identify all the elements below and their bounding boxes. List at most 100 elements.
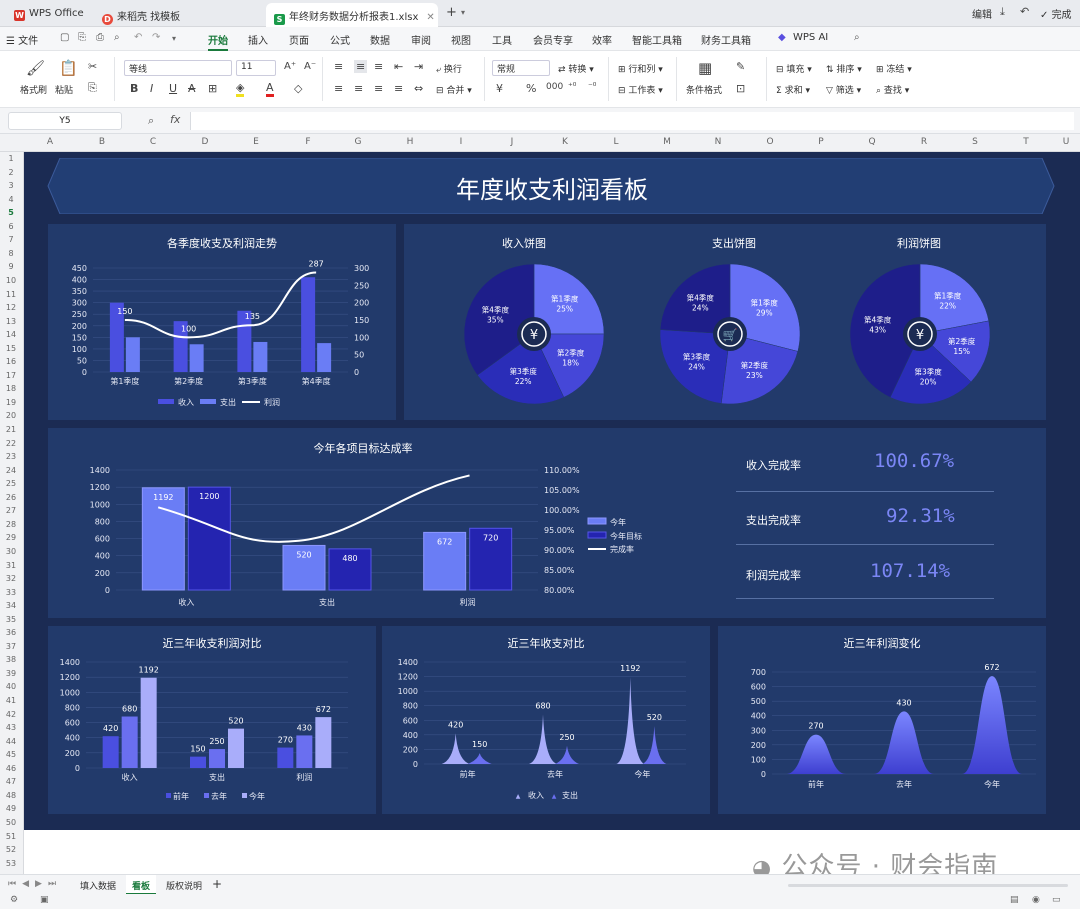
worksheet-button[interactable]: ⊟ 工作表 ▾ [618,83,663,96]
column-header[interactable]: T [1016,137,1036,147]
row-header[interactable]: 40 [0,682,22,691]
align-left-icon[interactable]: ≡ [334,82,343,95]
table-style-icon[interactable]: ⊡ [736,82,745,95]
column-header[interactable]: B [92,137,112,147]
row-header[interactable]: 52 [0,845,22,854]
row-header[interactable]: 23 [0,452,22,461]
tab-wps-office[interactable]: W WPS Office [6,3,90,27]
menu-formula[interactable]: 公式 [330,32,350,47]
horizontal-scrollbar[interactable] [788,884,1068,887]
row-header[interactable]: 21 [0,425,22,434]
align-bottom-icon[interactable]: ≡ [374,60,383,73]
increase-decimal-icon[interactable]: ⁺⁰ [568,82,576,92]
redo-icon[interactable]: ↷ [152,32,160,43]
align-middle-icon[interactable]: ≡ [354,60,368,73]
percent-icon[interactable]: % [526,82,536,95]
row-header[interactable]: 47 [0,777,22,786]
wrap-button[interactable]: ⤶ 换行 [436,62,462,75]
row-header[interactable]: 35 [0,615,22,624]
column-header[interactable]: E [246,137,266,147]
chevron-down-icon[interactable]: ▾ [172,34,176,43]
italic-icon[interactable]: I [150,82,153,95]
clear-icon[interactable]: ◇ [294,82,302,95]
row-header[interactable]: 3 [0,181,22,190]
row-header[interactable]: 32 [0,574,22,583]
row-header[interactable]: 41 [0,696,22,705]
row-header[interactable]: 8 [0,249,22,258]
row-header[interactable]: 44 [0,737,22,746]
row-header[interactable]: 1 [0,154,22,163]
distributed-icon[interactable]: ⇔ [414,82,423,95]
paste-icon[interactable]: 📋 [59,59,78,77]
menu-page[interactable]: 页面 [289,32,309,47]
row-header[interactable]: 29 [0,533,22,542]
format-painter-icon[interactable]: 🖌 [26,59,45,77]
column-header[interactable]: R [914,137,934,147]
row-header[interactable]: 39 [0,669,22,678]
fill-color-icon[interactable]: ◈ [236,81,245,97]
row-header[interactable]: 42 [0,710,22,719]
column-header[interactable]: G [348,137,368,147]
merge-button[interactable]: ⊟ 合并 ▾ [436,83,472,96]
menu-insert[interactable]: 插入 [248,32,268,47]
row-header[interactable]: 36 [0,628,22,637]
indent-decrease-icon[interactable]: ⇤ [394,60,403,73]
chevron-down-icon[interactable]: ▾ [461,8,465,17]
column-header[interactable]: H [400,137,420,147]
rowcol-button[interactable]: ⊞ 行和列 ▾ [618,62,663,75]
tab-workbook[interactable]: S 年终财务数据分析报表1.xlsx ✕ [266,3,438,27]
decrease-font-icon[interactable]: A⁻ [304,61,316,72]
row-header[interactable]: 45 [0,750,22,759]
row-header[interactable]: 13 [0,317,22,326]
row-header[interactable]: 6 [0,222,22,231]
search-icon[interactable]: ⌕ [854,32,860,43]
row-header[interactable]: 34 [0,601,22,610]
increase-font-icon[interactable]: A⁺ [284,61,296,72]
row-header[interactable]: 33 [0,588,22,597]
row-header[interactable]: 26 [0,493,22,502]
column-header[interactable]: U [1056,137,1076,147]
row-header[interactable]: 30 [0,547,22,556]
sheet-tab-input[interactable]: 填入数据 [80,879,116,892]
row-header[interactable]: 53 [0,859,22,868]
row-header[interactable]: 15 [0,344,22,353]
menu-member[interactable]: 会员专享 [533,32,573,47]
row-header[interactable]: 14 [0,330,22,339]
row-header[interactable]: 20 [0,411,22,420]
column-header[interactable]: F [298,137,318,147]
row-header[interactable]: 7 [0,235,22,244]
row-header[interactable]: 28 [0,520,22,529]
column-header[interactable]: D [195,137,215,147]
border-icon[interactable]: ⊞ [208,82,217,95]
font-color-icon[interactable]: A [266,81,274,97]
number-format-select[interactable]: 常规 [492,60,550,76]
row-header[interactable]: 27 [0,506,22,515]
thousands-icon[interactable]: 000 [546,82,563,92]
row-header[interactable]: 12 [0,303,22,312]
done-button[interactable]: ✓ 完成 [1040,6,1072,21]
format-painter-button[interactable]: 格式刷 [20,83,47,96]
record-icon[interactable]: ▣ [40,895,49,905]
bold-icon[interactable]: B [130,82,138,95]
conditional-format-icon[interactable]: ▦ [698,59,712,77]
row-header[interactable]: 49 [0,804,22,813]
print-preview-icon[interactable]: ⌕ [114,32,120,43]
row-header[interactable]: 10 [0,276,22,285]
currency-icon[interactable]: ¥ [496,82,503,95]
menu-tools[interactable]: 工具 [492,32,512,47]
column-header[interactable]: N [708,137,728,147]
column-header[interactable]: K [555,137,575,147]
sheet-tab-dashboard[interactable]: 看板 [126,875,157,895]
column-header[interactable]: C [143,137,163,147]
close-icon[interactable]: ✕ [426,12,434,23]
column-header[interactable]: I [451,137,471,147]
save-icon[interactable]: ▢ [60,32,69,43]
new-tab-icon[interactable]: + [446,5,457,20]
undo-icon[interactable]: ↶ [134,32,142,43]
menu-wps-ai[interactable]: WPS AI [793,32,828,43]
menu-efficiency[interactable]: 效率 [592,32,612,47]
column-header[interactable]: L [606,137,626,147]
column-header[interactable]: O [760,137,780,147]
align-top-icon[interactable]: ≡ [334,60,343,73]
zoom-icon[interactable]: ⌕ [148,114,154,128]
